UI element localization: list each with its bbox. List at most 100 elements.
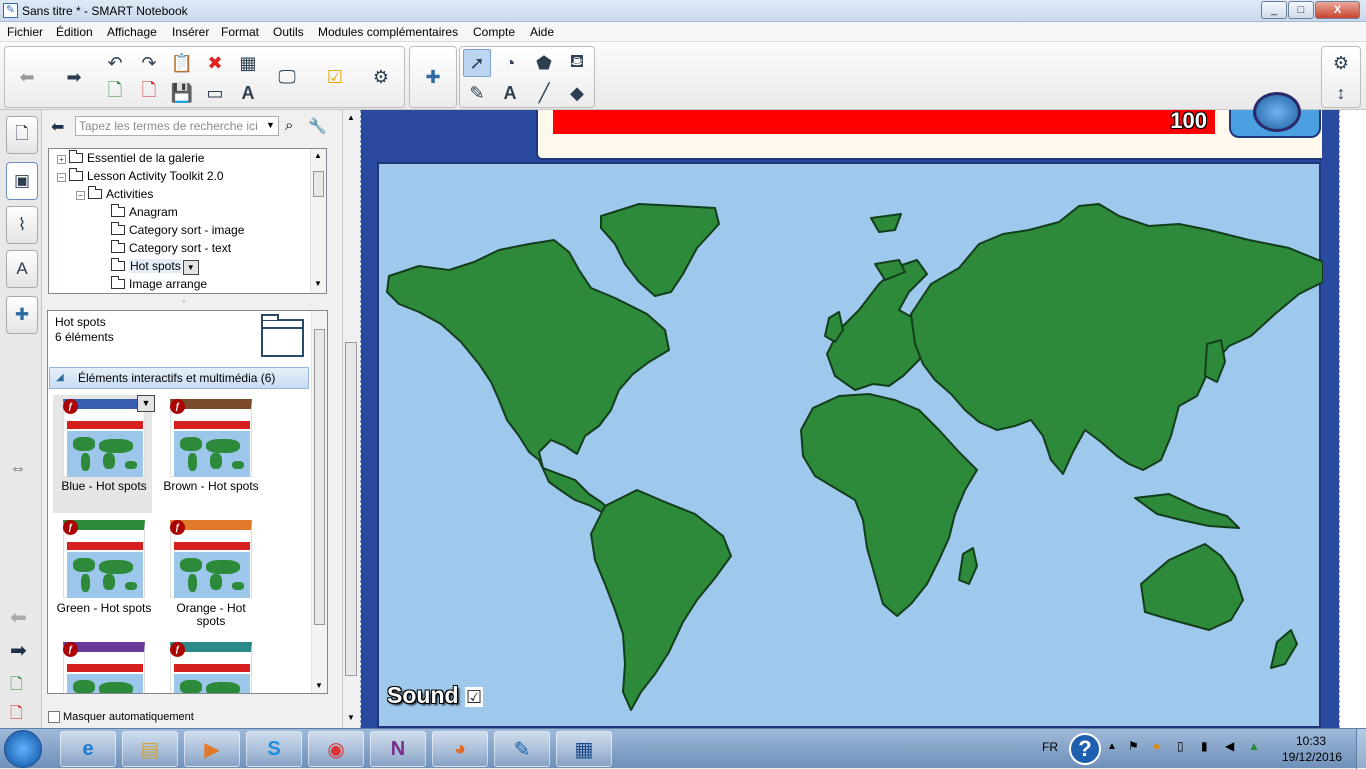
gallery-item-green[interactable]: ƒ — [63, 520, 145, 600]
show-desktop-button[interactable] — [1356, 729, 1366, 769]
clock-date[interactable]: 19/12/2016 — [1282, 750, 1342, 764]
text-icon[interactable]: A — [496, 79, 524, 107]
notebook-app-icon[interactable]: ✎ — [3, 3, 18, 18]
attachments-tab[interactable]: ⌇ — [6, 206, 38, 244]
resize-sidebar-icon[interactable]: ⇔ — [10, 460, 26, 478]
taskbar-onenote[interactable]: N — [370, 731, 426, 767]
show-hidden-icons[interactable]: ▲ — [1107, 741, 1117, 752]
item-menu-dropdown-icon[interactable]: ▼ — [182, 260, 199, 275]
tree-item-anagram[interactable]: Anagram — [111, 203, 178, 221]
taskbar-file-explorer[interactable]: ▤ — [122, 731, 178, 767]
power-icon[interactable]: ▯ — [1177, 739, 1184, 753]
gallery-item-brown[interactable]: ƒ — [170, 399, 252, 479]
minimize-button[interactable]: _ — [1261, 1, 1287, 19]
menu-aide[interactable]: Aide — [530, 25, 554, 39]
next-page-icon[interactable]: ➡ — [10, 638, 27, 663]
fill-icon[interactable]: ⛾ — [563, 49, 591, 77]
puzzle-icon[interactable]: ✚ — [419, 63, 447, 91]
start-button[interactable] — [4, 730, 42, 768]
scroll-up-icon[interactable]: ▲ — [314, 151, 322, 160]
gallery-tools-icon[interactable]: 🔧 — [308, 117, 327, 135]
canvas-scrollbar[interactable]: ▲ ▼ — [342, 110, 360, 728]
menu-modules[interactable]: Modules complémentaires — [318, 25, 458, 39]
menu-edition[interactable]: Édition — [56, 25, 93, 39]
gallery-item-teal[interactable]: ƒ — [170, 642, 252, 693]
search-icon[interactable]: ⌕ — [285, 117, 293, 134]
search-dropdown-icon[interactable]: ▼ — [266, 120, 275, 130]
tree-item-image-arrange[interactable]: Image arrange — [111, 275, 207, 293]
tree-scrollbar[interactable]: ▲ ▼ — [310, 149, 326, 293]
collapse-icon[interactable]: − — [57, 173, 66, 182]
add-page-icon[interactable]: 🗋 — [10, 673, 23, 700]
scroll-up-icon[interactable]: ▲ — [347, 113, 355, 122]
move-toolbar-icon[interactable]: ↕ — [1327, 79, 1355, 107]
taskbar-skype[interactable]: S — [246, 731, 302, 767]
display-icon[interactable]: 🖵 — [273, 63, 301, 91]
language-indicator[interactable]: FR — [1042, 740, 1058, 754]
world-map[interactable] — [377, 162, 1324, 728]
text-recognition-icon[interactable]: A — [234, 79, 262, 107]
pens-icon[interactable]: ✎ — [463, 79, 491, 107]
sound-toggle[interactable]: Sound ☑ — [387, 682, 484, 709]
content-scrollbar[interactable]: ▼ — [311, 311, 327, 693]
taskbar-chrome[interactable]: ◉ — [308, 731, 364, 767]
save-icon[interactable]: 💾 — [168, 79, 196, 107]
gallery-back-icon[interactable]: ⬅ — [51, 117, 64, 137]
maximize-button[interactable]: □ — [1288, 1, 1314, 19]
back-arrow-icon[interactable]: ⬅ — [13, 63, 41, 91]
action-center-flag-icon[interactable]: ⚑ — [1128, 739, 1139, 753]
canvas-scroll-thumb[interactable] — [345, 342, 357, 676]
paste-icon[interactable]: 📋 — [168, 49, 196, 77]
add-on-icon[interactable]: ⚙ — [367, 63, 395, 91]
close-button[interactable]: X — [1315, 1, 1360, 19]
scroll-down-icon[interactable]: ▼ — [315, 681, 323, 690]
remove-page-icon[interactable]: 🗋 — [10, 702, 23, 729]
tree-item-essentiel[interactable]: + Essentiel de la galerie — [57, 149, 204, 167]
page-sorter-tab[interactable]: 🗋 — [6, 116, 38, 154]
tree-item-hot-spots[interactable]: Hot spots ▼ — [111, 257, 199, 275]
taskbar-internet-explorer[interactable]: e — [60, 731, 116, 767]
addons-tab[interactable]: ✚ — [6, 296, 38, 334]
forward-arrow-icon[interactable]: ➡ — [60, 63, 88, 91]
tree-item-lesson-toolkit[interactable]: − Lesson Activity Toolkit 2.0 — [57, 167, 224, 185]
select-icon[interactable]: ➚ — [463, 49, 491, 77]
gallery-item-blue[interactable]: ƒ — [63, 399, 145, 479]
content-scroll-thumb[interactable] — [314, 329, 325, 625]
new-page-icon[interactable]: 🗋 — [101, 79, 129, 107]
table-icon[interactable]: ▦ — [234, 49, 262, 77]
taskbar-smart-notebook[interactable]: ✎ — [494, 731, 550, 767]
item-menu-dropdown-icon[interactable]: ▼ — [137, 395, 155, 412]
undo-icon[interactable]: ↶ — [101, 49, 129, 77]
properties-tab[interactable]: A — [6, 250, 38, 288]
menu-compte[interactable]: Compte — [473, 25, 515, 39]
shapes-icon[interactable]: ◔ — [496, 49, 524, 77]
tree-item-category-text[interactable]: Category sort - text — [111, 239, 231, 257]
redo-icon[interactable]: ↷ — [135, 49, 163, 77]
tray-app-icon[interactable]: ● — [1153, 739, 1160, 753]
menu-format[interactable]: Format — [221, 25, 259, 39]
gallery-item-purple[interactable]: ƒ — [63, 642, 145, 693]
tree-item-category-image[interactable]: Category sort - image — [111, 221, 244, 239]
autohide-checkbox[interactable] — [48, 711, 60, 723]
menu-affichage[interactable]: Affichage — [107, 25, 157, 39]
line-icon[interactable]: ╱ — [530, 79, 558, 107]
gallery-search-input[interactable]: Tapez les termes de recherche ici — [75, 116, 279, 136]
previous-page-icon[interactable]: ⬅ — [10, 605, 27, 630]
tree-scroll-thumb[interactable] — [313, 171, 324, 197]
clock-time[interactable]: 10:33 — [1296, 734, 1326, 748]
taskbar-document[interactable]: ▦ — [556, 731, 612, 767]
taskbar-firefox[interactable]: ◕ — [432, 731, 488, 767]
google-drive-icon[interactable]: ▲ — [1248, 739, 1260, 753]
menu-inserer[interactable]: Insérer — [172, 25, 209, 39]
screen-shade-icon[interactable]: ▭ — [201, 79, 229, 107]
taskbar-media-player[interactable]: ▶ — [184, 731, 240, 767]
settings-icon[interactable]: ⚙ — [1327, 49, 1355, 77]
control-button-panel[interactable] — [1229, 92, 1321, 138]
delete-icon[interactable]: ✖ — [201, 49, 229, 77]
notebook-canvas[interactable]: 100 Sound ☑ — [360, 92, 1366, 728]
collapse-icon[interactable]: − — [76, 191, 85, 200]
activity-builder-icon[interactable]: ☑ — [321, 63, 349, 91]
sound-checkbox-icon[interactable]: ☑ — [464, 687, 484, 707]
scroll-down-icon[interactable]: ▼ — [347, 713, 355, 722]
category-header[interactable]: ◢ Éléments interactifs et multimédia (6) — [49, 367, 309, 389]
